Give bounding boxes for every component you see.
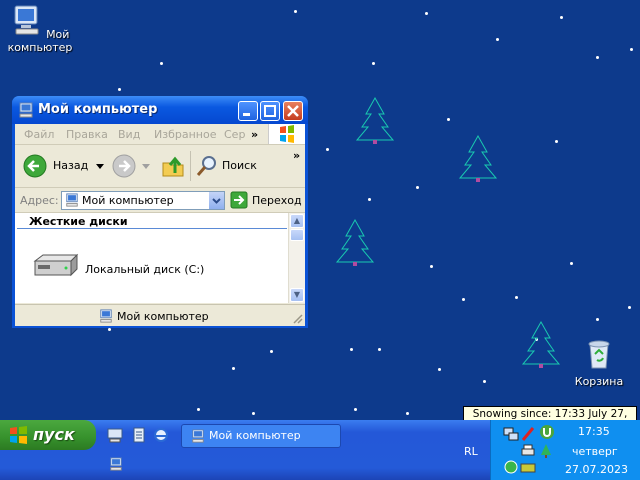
go-arrow-icon bbox=[230, 191, 248, 209]
window-body: Файл Правка Вид Избранное Сер » Назад По… bbox=[15, 124, 305, 326]
network-icon[interactable] bbox=[503, 426, 519, 442]
address-value: Мой компьютер bbox=[82, 194, 174, 207]
vertical-scrollbar[interactable]: ▲ ▼ bbox=[288, 213, 305, 303]
shield-icon[interactable] bbox=[504, 460, 518, 474]
minimize-button[interactable] bbox=[238, 101, 258, 121]
computer-icon bbox=[66, 193, 78, 207]
computer-icon bbox=[19, 102, 33, 118]
windows-flag-icon bbox=[10, 426, 27, 444]
menu-file[interactable]: Файл bbox=[24, 128, 54, 141]
clock-date[interactable]: 27.07.2023 bbox=[565, 463, 628, 476]
scroll-thumb[interactable] bbox=[290, 229, 304, 241]
menu-favorites[interactable]: Избранное bbox=[154, 128, 216, 141]
search-label: Поиск bbox=[222, 159, 257, 172]
start-button[interactable]: пуск bbox=[0, 420, 96, 450]
back-button[interactable]: Назад bbox=[23, 153, 104, 179]
window-titlebar[interactable]: Мой компьютер bbox=[12, 96, 308, 124]
internet-explorer-icon[interactable] bbox=[153, 427, 169, 443]
tree-tray-icon[interactable] bbox=[539, 443, 553, 459]
menu-service[interactable]: Сер bbox=[224, 128, 245, 141]
close-icon bbox=[287, 105, 299, 117]
back-label: Назад bbox=[53, 159, 89, 172]
computer-icon bbox=[192, 429, 204, 443]
go-label: Переход bbox=[252, 194, 302, 207]
status-text: Мой компьютер bbox=[117, 310, 209, 323]
computer-icon[interactable] bbox=[109, 457, 123, 471]
resize-grip-icon[interactable] bbox=[291, 312, 303, 324]
utorrent-icon[interactable] bbox=[539, 424, 555, 440]
search-icon bbox=[196, 156, 216, 176]
forward-button[interactable] bbox=[112, 153, 152, 179]
show-desktop-icon[interactable] bbox=[107, 427, 123, 443]
toolbar-chevron-icon[interactable]: » bbox=[293, 149, 300, 162]
computer-icon bbox=[100, 309, 112, 323]
minimize-icon bbox=[243, 113, 250, 116]
menu-edit[interactable]: Правка bbox=[66, 128, 108, 141]
windows-logo-icon bbox=[268, 124, 305, 144]
christmas-tree-icon bbox=[521, 320, 561, 368]
address-input[interactable]: Мой компьютер bbox=[61, 191, 225, 210]
hard-drive-icon[interactable] bbox=[31, 253, 79, 281]
folder-up-icon[interactable] bbox=[161, 155, 185, 179]
address-bar: Адрес: Мой компьютер Переход bbox=[15, 188, 305, 213]
my-computer-window[interactable]: Мой компьютер Файл Правка Вид Избранное … bbox=[12, 96, 308, 328]
go-button[interactable]: Переход bbox=[230, 191, 302, 209]
scroll-down-button[interactable]: ▼ bbox=[290, 288, 304, 302]
drive-label[interactable]: Локальный диск (C:) bbox=[85, 263, 204, 276]
chevron-down-icon bbox=[212, 198, 221, 204]
desktop-icon-label: Корзина bbox=[574, 375, 624, 388]
dropdown-arrow-icon bbox=[142, 164, 150, 169]
task-label: Мой компьютер bbox=[209, 429, 301, 442]
desktop-icon-recycle-bin[interactable]: Корзина bbox=[559, 338, 639, 388]
video-card-icon[interactable] bbox=[520, 462, 536, 474]
desktop-icon-my-computer[interactable]: Мой компьютер bbox=[0, 4, 80, 54]
antivirus-icon[interactable] bbox=[521, 426, 535, 442]
desktop-icon-label: компьютер bbox=[7, 41, 73, 54]
printer-icon[interactable] bbox=[520, 443, 536, 459]
back-arrow-icon bbox=[23, 154, 47, 178]
christmas-tree-icon bbox=[335, 218, 375, 266]
taskbar: пуск Мой компьютер RL 17:35 четверг 27.0… bbox=[0, 420, 640, 480]
toolbar: Назад Поиск » bbox=[15, 145, 305, 188]
search-button[interactable]: Поиск bbox=[195, 153, 259, 179]
menu-chevron-icon[interactable]: » bbox=[251, 128, 258, 141]
address-dropdown-button[interactable] bbox=[209, 192, 224, 209]
clock-time[interactable]: 17:35 bbox=[578, 425, 610, 438]
status-bar: Мой компьютер bbox=[15, 304, 305, 326]
christmas-tree-icon bbox=[355, 96, 395, 144]
file-view[interactable]: Жесткие диски Локальный диск (C:) ▲ ▼ bbox=[15, 213, 305, 303]
toolbar-separator bbox=[190, 151, 191, 181]
scroll-up-button[interactable]: ▲ bbox=[290, 214, 304, 228]
menu-bar: Файл Правка Вид Избранное Сер » bbox=[15, 124, 305, 145]
start-label: пуск bbox=[33, 425, 75, 444]
taskbar-task-my-computer[interactable]: Мой компьютер bbox=[181, 424, 341, 448]
desktop-icon-label: Мой bbox=[46, 28, 70, 41]
language-indicator[interactable]: RL bbox=[464, 445, 478, 458]
recycle-bin-icon bbox=[588, 340, 610, 369]
christmas-tree-icon bbox=[458, 134, 498, 182]
menu-view[interactable]: Вид bbox=[118, 128, 140, 141]
forward-arrow-icon bbox=[112, 154, 136, 178]
maximize-button[interactable] bbox=[260, 101, 280, 121]
clock-day[interactable]: четверг bbox=[572, 445, 618, 458]
close-button[interactable] bbox=[283, 101, 303, 121]
computer-icon bbox=[14, 5, 39, 35]
system-tray: 17:35 четверг 27.07.2023 bbox=[490, 420, 640, 480]
address-label: Адрес: bbox=[20, 194, 59, 207]
window-title: Мой компьютер bbox=[38, 102, 158, 117]
notepad-icon[interactable] bbox=[131, 427, 147, 443]
maximize-icon bbox=[264, 105, 276, 117]
dropdown-arrow-icon[interactable] bbox=[96, 164, 104, 170]
group-header-hard-drives: Жесткие диски bbox=[17, 215, 287, 229]
